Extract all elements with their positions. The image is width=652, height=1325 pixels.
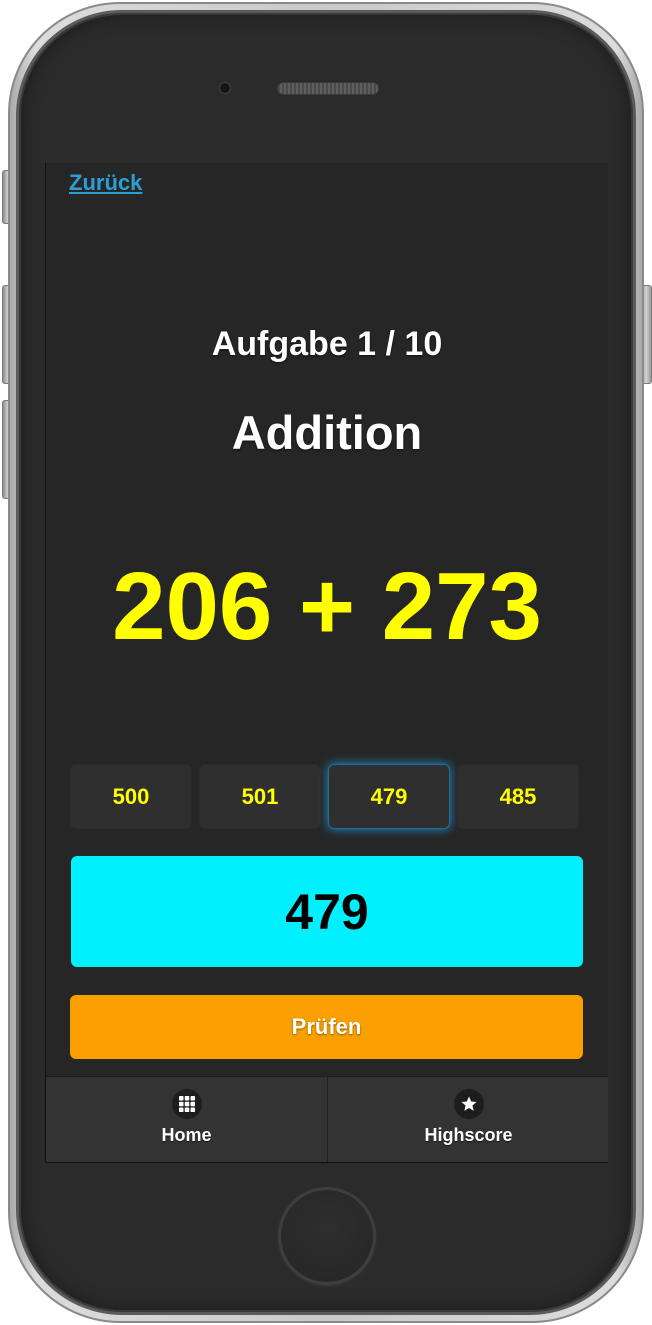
task-counter: Aufgabe 1 / 10 bbox=[211, 325, 443, 363]
answer-option-button[interactable]: 485 bbox=[457, 764, 579, 829]
operator: + bbox=[298, 553, 356, 660]
answer-option-button[interactable]: 501 bbox=[199, 764, 321, 829]
selected-answer-display: 479 bbox=[71, 856, 583, 967]
math-problem: 206 + 273 bbox=[46, 552, 608, 662]
answer-option-button[interactable]: 479 bbox=[328, 764, 450, 829]
phone-home-button bbox=[278, 1187, 376, 1285]
front-camera bbox=[219, 82, 231, 94]
answer-options: 500 501 479 485 bbox=[70, 764, 580, 829]
star-icon bbox=[453, 1089, 484, 1119]
nav-label-home: Home bbox=[161, 1125, 212, 1145]
earpiece-speaker bbox=[277, 82, 379, 95]
answer-option-button[interactable]: 500 bbox=[70, 764, 192, 829]
grid-icon bbox=[171, 1089, 202, 1119]
operation-title: Addition bbox=[231, 406, 423, 459]
nav-label-highscore: Highscore bbox=[424, 1125, 513, 1145]
operand-2: 273 bbox=[381, 553, 542, 660]
back-link[interactable]: Zurück bbox=[69, 170, 142, 196]
nav-tab-home[interactable]: Home bbox=[46, 1077, 328, 1162]
app-screen: Zurück Aufgabe 1 / 10 Addition 206 + 273… bbox=[45, 163, 608, 1163]
nav-tab-highscore[interactable]: Highscore bbox=[328, 1077, 608, 1162]
bottom-nav: Home Highscore bbox=[46, 1076, 608, 1162]
check-button[interactable]: Prüfen bbox=[70, 995, 583, 1059]
operand-1: 206 bbox=[112, 553, 273, 660]
